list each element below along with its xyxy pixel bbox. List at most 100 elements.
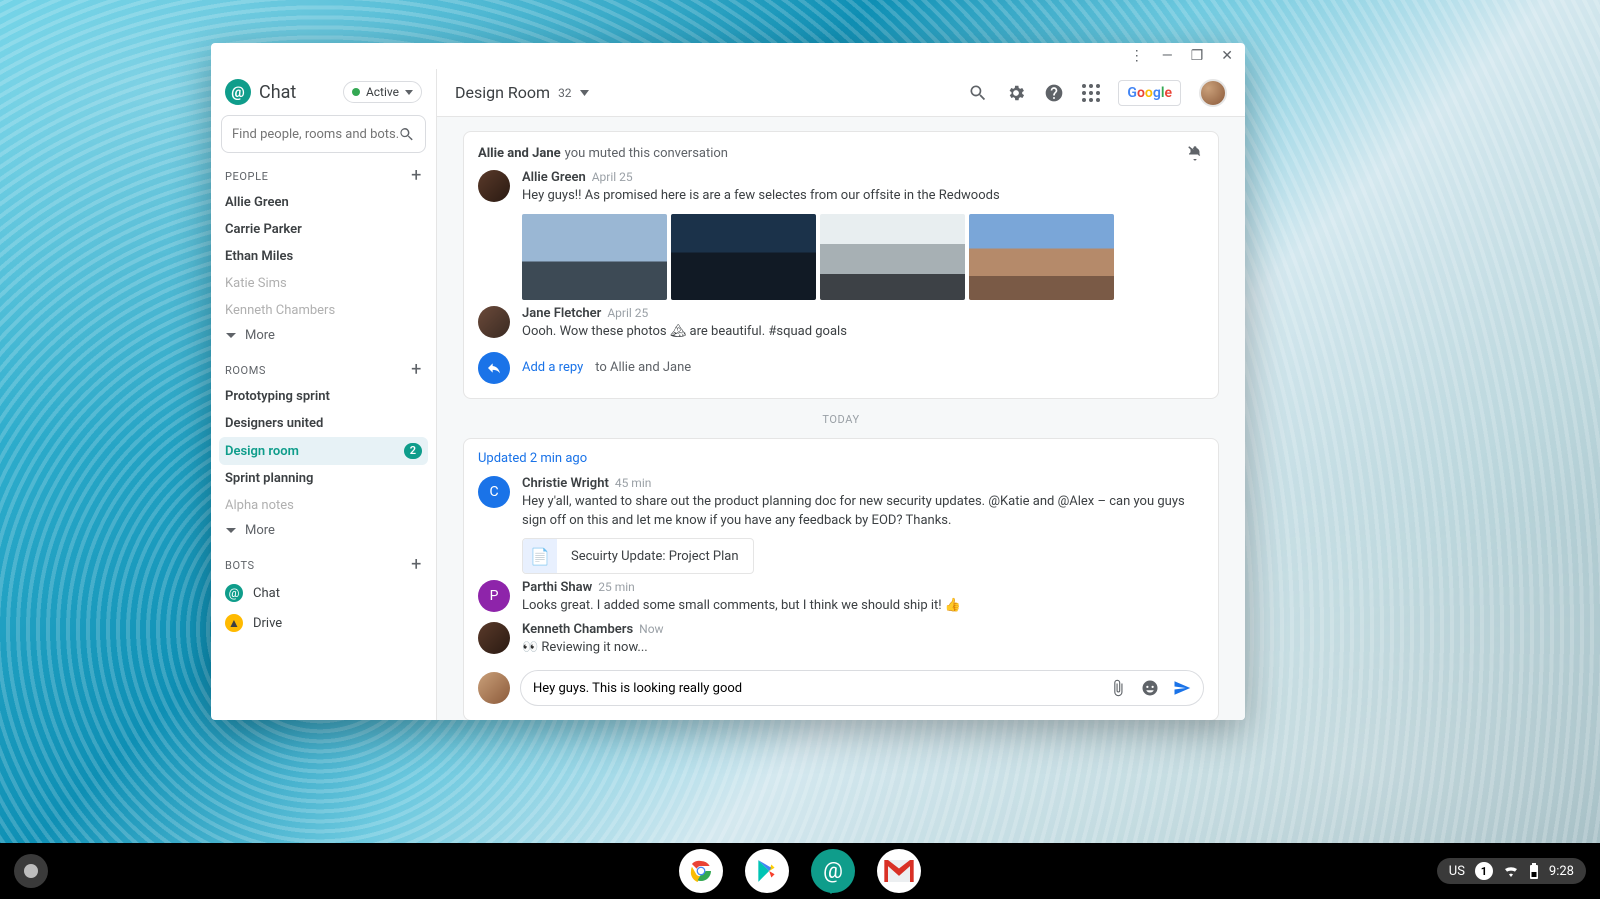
main-panel: Design Room 32 Google Allie and Jane you bbox=[437, 69, 1245, 720]
section-bots-header: BOTS+ bbox=[219, 552, 428, 578]
sidebar-person[interactable]: Carrie Parker bbox=[219, 216, 428, 243]
search-icon[interactable] bbox=[968, 83, 988, 103]
thread-subtext: you muted this conversation bbox=[565, 146, 728, 161]
people-more[interactable]: More bbox=[219, 324, 428, 347]
message: Allie GreenApril 25 Hey guys!! As promis… bbox=[478, 170, 1204, 300]
photo-thumb[interactable] bbox=[969, 214, 1114, 300]
chat-logo-icon: @ bbox=[225, 79, 251, 105]
search-box[interactable] bbox=[221, 115, 426, 153]
composer-input-wrap[interactable] bbox=[520, 670, 1204, 706]
app-brand: Chat bbox=[259, 82, 296, 103]
photo-thumb[interactable] bbox=[522, 214, 667, 300]
room-member-count: 32 bbox=[558, 86, 572, 100]
sidebar-person[interactable]: Allie Green bbox=[219, 189, 428, 216]
gear-icon[interactable] bbox=[1006, 83, 1026, 103]
shelf-app-chat[interactable]: @ bbox=[811, 849, 855, 893]
tray-notification-badge: 1 bbox=[1475, 862, 1493, 880]
attach-icon[interactable] bbox=[1109, 679, 1127, 697]
sidebar-person[interactable]: Katie Sims bbox=[219, 270, 428, 297]
system-tray[interactable]: US 1 9:28 bbox=[1437, 858, 1586, 884]
sidebar-bot[interactable]: @Chat bbox=[219, 578, 428, 608]
composer bbox=[478, 670, 1204, 706]
photo-thumb[interactable] bbox=[820, 214, 965, 300]
emoji-icon[interactable] bbox=[1141, 679, 1159, 697]
reply-to-label: to Allie and Jane bbox=[595, 360, 691, 375]
thread-card: Allie and Jane you muted this conversati… bbox=[463, 131, 1219, 399]
search-input[interactable] bbox=[232, 127, 398, 142]
avatar bbox=[478, 170, 510, 202]
sidebar-room-active[interactable]: Design room2 bbox=[219, 437, 428, 465]
chevron-down-icon[interactable] bbox=[580, 90, 589, 96]
battery-icon bbox=[1529, 863, 1539, 879]
status-dot-icon bbox=[352, 88, 360, 96]
shelf-app-chrome[interactable] bbox=[679, 849, 723, 893]
window-maximize-icon[interactable]: ❐ bbox=[1191, 49, 1204, 63]
message: Jane FletcherApril 25 Oooh. Wow these ph… bbox=[478, 306, 1204, 342]
sidebar-bot[interactable]: ▲Drive bbox=[219, 608, 428, 638]
chromeos-shelf: @ US 1 9:28 bbox=[0, 843, 1600, 899]
add-person-button[interactable]: + bbox=[411, 167, 422, 185]
presence-status[interactable]: Active bbox=[343, 81, 422, 103]
shelf-app-gmail[interactable] bbox=[877, 849, 921, 893]
bot-drive-icon: ▲ bbox=[225, 614, 243, 632]
app-window: ⋮ — ❐ ✕ @ Chat Active PEOPLE+ bbox=[211, 43, 1245, 720]
section-rooms-header: ROOMS+ bbox=[219, 357, 428, 383]
message: P Parthi Shaw25 min Looks great. I added… bbox=[478, 580, 1204, 616]
sidebar-header: @ Chat Active bbox=[219, 73, 428, 115]
message: Kenneth ChambersNow 👀 Reviewing it now..… bbox=[478, 622, 1204, 658]
sidebar-room[interactable]: Designers united bbox=[219, 410, 428, 437]
reply-button[interactable] bbox=[478, 352, 510, 384]
message: C Christie Wright45 min Hey y'all, wante… bbox=[478, 476, 1204, 575]
google-brand[interactable]: Google bbox=[1118, 80, 1181, 106]
search-icon bbox=[398, 126, 415, 143]
launcher-button[interactable] bbox=[14, 854, 48, 888]
tray-clock: 9:28 bbox=[1549, 864, 1574, 879]
add-room-button[interactable]: + bbox=[411, 361, 422, 379]
sidebar-room[interactable]: Sprint planning bbox=[219, 465, 428, 492]
sidebar: @ Chat Active PEOPLE+ Allie Green Carrie… bbox=[211, 69, 437, 720]
room-topbar: Design Room 32 Google bbox=[437, 69, 1245, 117]
window-titlebar: ⋮ — ❐ ✕ bbox=[211, 43, 1245, 69]
send-icon[interactable] bbox=[1173, 679, 1191, 697]
sidebar-person[interactable]: Ethan Miles bbox=[219, 243, 428, 270]
bot-chat-icon: @ bbox=[225, 584, 243, 602]
launcher-icon bbox=[24, 864, 38, 878]
window-menu-icon[interactable]: ⋮ bbox=[1130, 49, 1144, 63]
section-people-header: PEOPLE+ bbox=[219, 163, 428, 189]
sidebar-person[interactable]: Kenneth Chambers bbox=[219, 297, 428, 324]
add-reply-link[interactable]: Add a repy bbox=[522, 360, 583, 375]
doc-icon: 📄 bbox=[523, 539, 557, 573]
status-label: Active bbox=[366, 85, 399, 99]
date-divider: TODAY bbox=[463, 413, 1219, 426]
avatar bbox=[478, 672, 510, 704]
sidebar-room[interactable]: Alpha notes bbox=[219, 492, 428, 519]
chevron-down-icon bbox=[405, 90, 413, 95]
updated-label: Updated 2 min ago bbox=[478, 451, 1204, 466]
doc-attachment[interactable]: 📄 Secuirty Update: Project Plan bbox=[522, 538, 754, 574]
unread-badge: 2 bbox=[404, 443, 422, 459]
wifi-icon bbox=[1503, 865, 1519, 877]
composer-input[interactable] bbox=[533, 681, 1109, 696]
sidebar-room[interactable]: Prototyping sprint bbox=[219, 383, 428, 410]
avatar bbox=[478, 306, 510, 338]
tray-language: US bbox=[1449, 864, 1465, 879]
photo-attachments bbox=[522, 214, 1204, 300]
room-title: Design Room bbox=[455, 83, 550, 102]
profile-avatar[interactable] bbox=[1199, 79, 1227, 107]
avatar: C bbox=[478, 476, 510, 508]
avatar: P bbox=[478, 580, 510, 612]
rooms-more[interactable]: More bbox=[219, 519, 428, 542]
avatar bbox=[478, 622, 510, 654]
thread-card: Updated 2 min ago C Christie Wright45 mi… bbox=[463, 438, 1219, 720]
help-icon[interactable] bbox=[1044, 83, 1064, 103]
shelf-app-play[interactable] bbox=[745, 849, 789, 893]
window-close-icon[interactable]: ✕ bbox=[1221, 49, 1233, 63]
thread-participants: Allie and Jane bbox=[478, 146, 561, 161]
apps-grid-icon[interactable] bbox=[1082, 84, 1100, 102]
add-bot-button[interactable]: + bbox=[411, 556, 422, 574]
chevron-down-icon bbox=[225, 332, 237, 340]
photo-thumb[interactable] bbox=[671, 214, 816, 300]
mute-bell-off-icon[interactable] bbox=[1186, 144, 1204, 162]
chevron-down-icon bbox=[225, 527, 237, 535]
window-minimize-icon[interactable]: — bbox=[1162, 49, 1173, 63]
